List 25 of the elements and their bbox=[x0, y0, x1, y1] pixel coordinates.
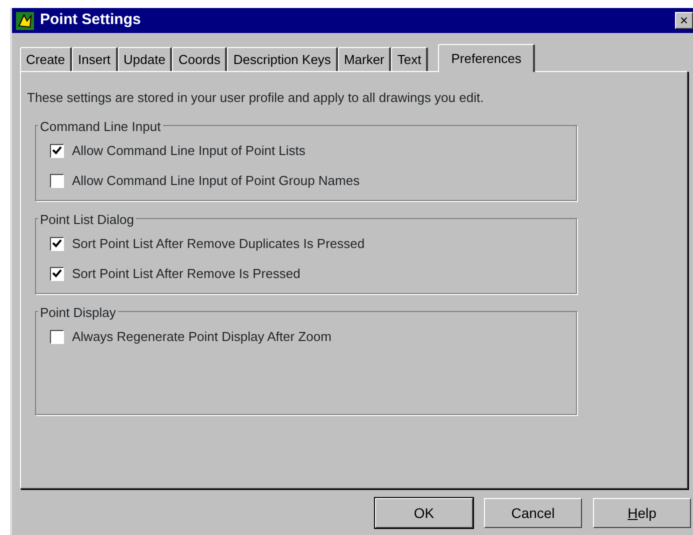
tab[interactable]: Text bbox=[391, 47, 428, 71]
close-button[interactable]: × bbox=[675, 12, 693, 29]
checkbox[interactable] bbox=[50, 144, 64, 158]
window-title: Point Settings bbox=[40, 10, 141, 30]
checkbox-label: Always Regenerate Point Display After Zoom bbox=[72, 328, 332, 346]
dialog-button[interactable]: Help bbox=[593, 498, 691, 528]
tab[interactable]: Update bbox=[118, 47, 172, 71]
app-icon bbox=[16, 12, 34, 30]
tab[interactable]: Marker bbox=[338, 47, 392, 71]
tab[interactable]: Preferences bbox=[438, 44, 536, 72]
description-text: These settings are stored in your user profile and apply to all drawings you edit. bbox=[27, 89, 485, 107]
checkbox-label: Sort Point List After Remove Is Pressed bbox=[72, 264, 300, 283]
tab[interactable]: Insert bbox=[72, 47, 118, 71]
checkbox[interactable] bbox=[50, 330, 64, 344]
checkbox-label: Allow Command Line Input of Point Group Names bbox=[72, 172, 360, 190]
tab[interactable]: Coords bbox=[172, 47, 228, 71]
checkbox[interactable] bbox=[50, 174, 64, 188]
dialog-button[interactable]: OK bbox=[375, 498, 473, 528]
checkbox[interactable] bbox=[50, 236, 64, 250]
dialog-button[interactable]: Cancel bbox=[484, 498, 582, 528]
tab[interactable]: Create bbox=[20, 47, 72, 71]
tab[interactable]: Description Keys bbox=[227, 47, 338, 71]
checkbox[interactable] bbox=[50, 266, 64, 280]
checkbox-label: Allow Command Line Input of Point Lists bbox=[72, 142, 306, 160]
checkbox-label: Sort Point List After Remove Duplicates Is Pressed bbox=[72, 234, 365, 253]
